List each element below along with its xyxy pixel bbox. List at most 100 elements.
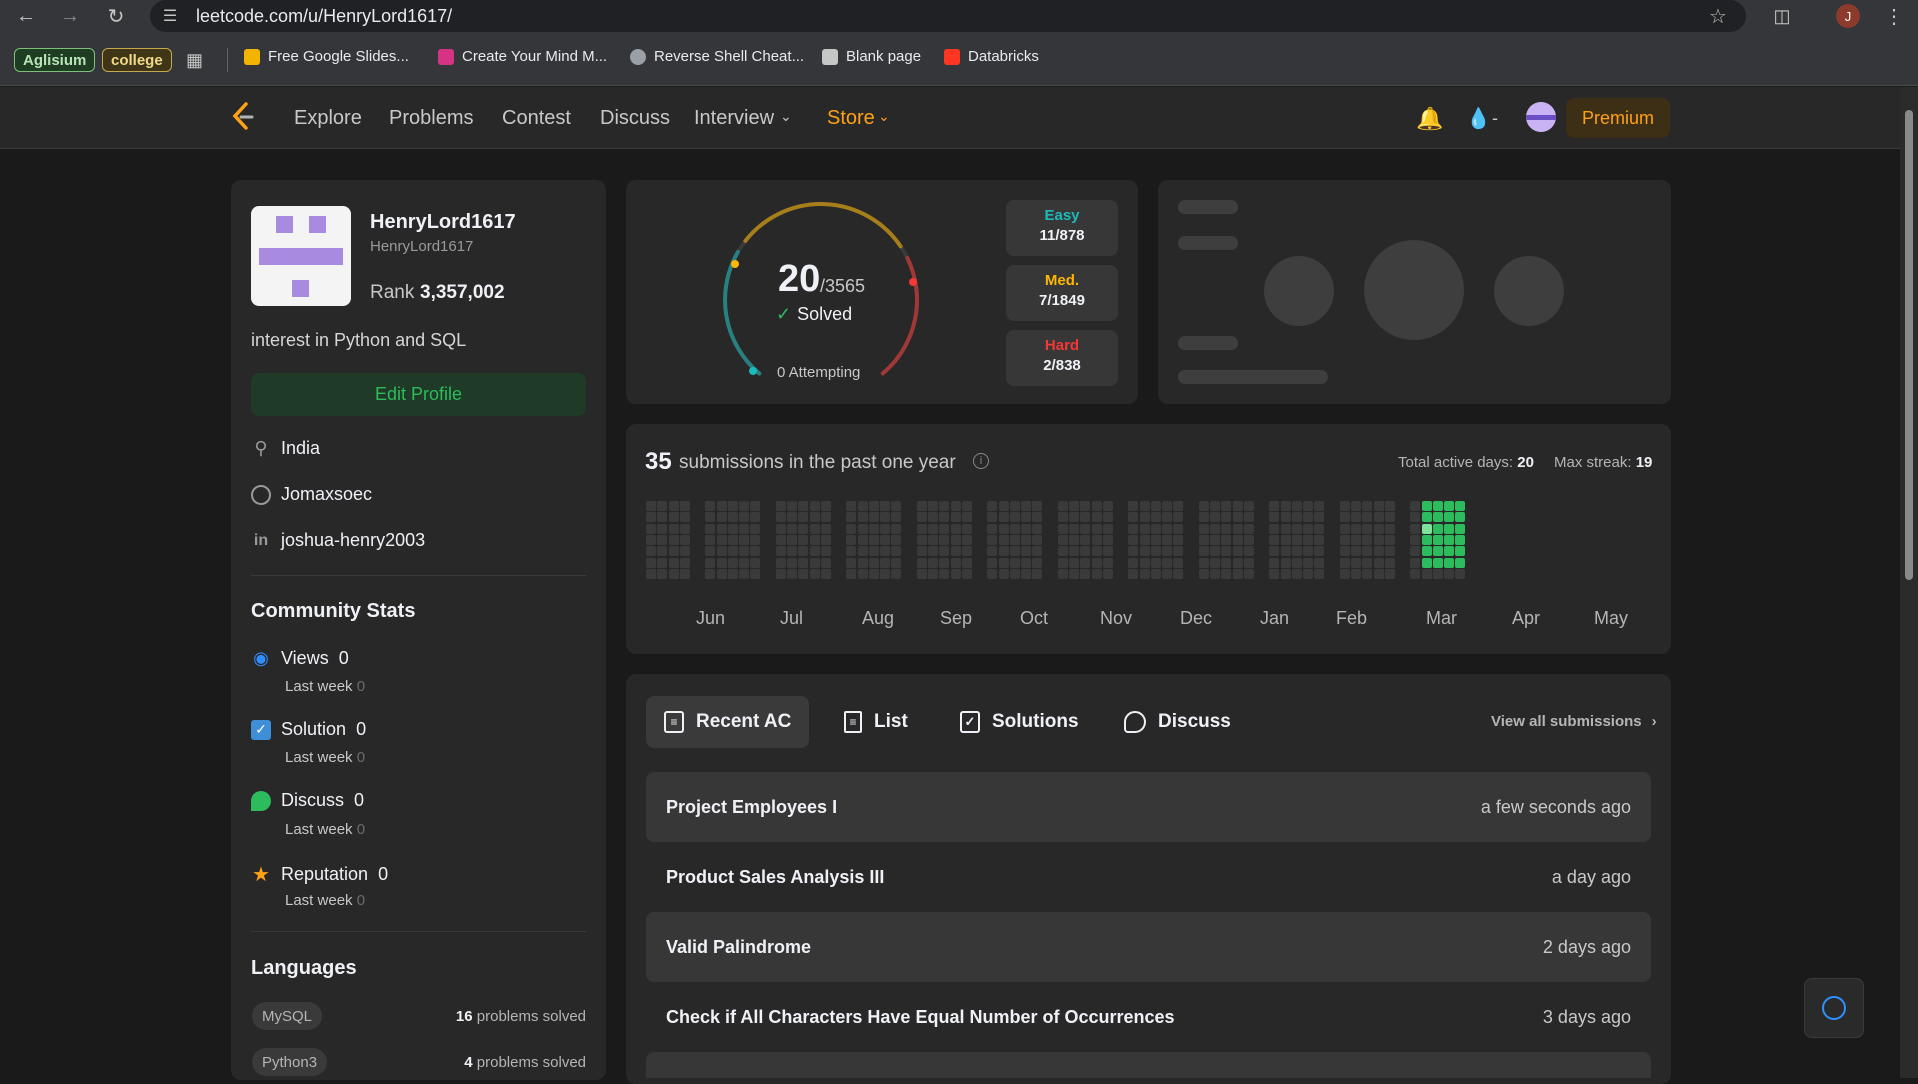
heatmap-cell[interactable] [1362,501,1373,511]
submission-row[interactable] [646,1052,1651,1078]
heatmap-cell[interactable] [891,501,902,511]
heatmap-cell[interactable] [787,512,797,523]
heatmap-cell[interactable] [1198,557,1209,568]
heatmap-cell[interactable] [820,523,831,534]
heatmap-cell[interactable] [716,523,727,534]
heatmap-cell[interactable] [1339,568,1350,579]
heatmap-cell[interactable] [998,523,1009,534]
heatmap-cell[interactable] [1198,501,1209,511]
url-text[interactable]: leetcode.com/u/HenryLord1617/ [196,6,452,27]
heatmap-cell[interactable] [1421,512,1432,523]
heatmap-cell[interactable] [1243,523,1254,534]
heatmap-cell[interactable] [1362,523,1373,534]
heatmap-cell[interactable] [1021,557,1032,568]
heatmap-cell[interactable] [1009,523,1020,534]
heatmap-cell[interactable] [775,523,786,534]
heatmap-cell[interactable] [657,512,668,523]
heatmap-cell[interactable] [1303,557,1314,568]
heatmap-cell[interactable] [775,557,786,568]
heatmap-cell[interactable] [880,523,891,534]
heatmap-cell[interactable] [1150,557,1161,568]
heatmap-cell[interactable] [1455,523,1466,534]
heatmap-cell[interactable] [727,523,738,534]
heatmap-cell[interactable] [1021,523,1032,534]
heatmap-cell[interactable] [1009,534,1020,545]
heatmap-cell[interactable] [1173,523,1184,534]
heatmap-cell[interactable] [857,523,868,534]
heatmap-cell[interactable] [750,546,761,557]
heatmap-cell[interactable] [1314,557,1325,568]
heatmap-cell[interactable] [705,568,716,579]
heatmap-cell[interactable] [1102,523,1113,534]
heatmap-cell[interactable] [1384,523,1395,534]
nav-interview[interactable]: Interview [694,107,774,130]
heatmap-cell[interactable] [809,534,820,545]
heatmap-cell[interactable] [1421,501,1432,511]
heatmap-cell[interactable] [1243,512,1254,523]
heatmap-cell[interactable] [928,568,938,579]
heatmap-cell[interactable] [679,546,690,557]
heatmap-cell[interactable] [950,534,961,545]
heatmap-cell[interactable] [657,568,668,579]
heatmap-cell[interactable] [1069,568,1079,579]
heatmap-cell[interactable] [668,523,679,534]
heatmap-cell[interactable] [1069,523,1079,534]
heatmap-cell[interactable] [1339,523,1350,534]
heatmap-cell[interactable] [846,523,857,534]
linkedin-row[interactable]: in joshua-henry2003 [251,530,425,551]
heatmap-cell[interactable] [1139,568,1150,579]
heatmap-cell[interactable] [961,568,972,579]
heatmap-cell[interactable] [1210,534,1220,545]
heatmap-cell[interactable] [1280,523,1291,534]
heatmap-cell[interactable] [1269,568,1280,579]
heatmap-cell[interactable] [787,568,797,579]
heatmap-cell[interactable] [798,523,809,534]
heatmap-cell[interactable] [1291,512,1302,523]
heatmap-cell[interactable] [820,546,831,557]
heatmap-cell[interactable] [891,557,902,568]
heatmap-cell[interactable] [1139,512,1150,523]
heatmap-cell[interactable] [1232,501,1243,511]
heatmap-cell[interactable] [1314,523,1325,534]
heatmap-cell[interactable] [727,501,738,511]
heatmap-cell[interactable] [1291,523,1302,534]
heatmap-cell[interactable] [1021,512,1032,523]
heatmap-cell[interactable] [1150,546,1161,557]
heatmap-cell[interactable] [928,534,938,545]
heatmap-cell[interactable] [868,546,879,557]
heatmap-cell[interactable] [646,501,656,511]
heatmap-cell[interactable] [891,512,902,523]
heatmap-cell[interactable] [668,568,679,579]
heatmap-cell[interactable] [1173,512,1184,523]
heatmap-cell[interactable] [1139,546,1150,557]
nav-store[interactable]: Store [827,107,875,130]
bookmark-item[interactable]: Create Your Mind M... [438,48,607,65]
heatmap-cell[interactable] [739,568,750,579]
heatmap-cell[interactable] [750,568,761,579]
heatmap-cell[interactable] [1455,501,1466,511]
heatmap-cell[interactable] [1373,557,1384,568]
submission-row[interactable]: Check if All Characters Have Equal Numbe… [646,982,1651,1052]
heatmap-cell[interactable] [1198,512,1209,523]
heatmap-cell[interactable] [1057,512,1068,523]
heatmap-cell[interactable] [657,523,668,534]
heatmap-cell[interactable] [820,501,831,511]
heatmap-cell[interactable] [1351,523,1361,534]
heatmap-cell[interactable] [716,546,727,557]
heatmap-cell[interactable] [1243,546,1254,557]
heatmap-cell[interactable] [1432,568,1443,579]
nav-discuss[interactable]: Discuss [600,107,670,130]
heatmap-cell[interactable] [916,523,927,534]
heatmap-cell[interactable] [1410,546,1421,557]
heatmap-cell[interactable] [679,501,690,511]
heatmap-cell[interactable] [1291,568,1302,579]
heatmap-cell[interactable] [1032,557,1043,568]
heatmap-cell[interactable] [716,557,727,568]
heatmap-cell[interactable] [987,501,998,511]
heatmap-cell[interactable] [1455,557,1466,568]
heatmap-cell[interactable] [1444,546,1455,557]
heatmap-cell[interactable] [961,546,972,557]
heatmap-cell[interactable] [1373,568,1384,579]
heatmap-cell[interactable] [880,512,891,523]
heatmap-cell[interactable] [1410,501,1421,511]
